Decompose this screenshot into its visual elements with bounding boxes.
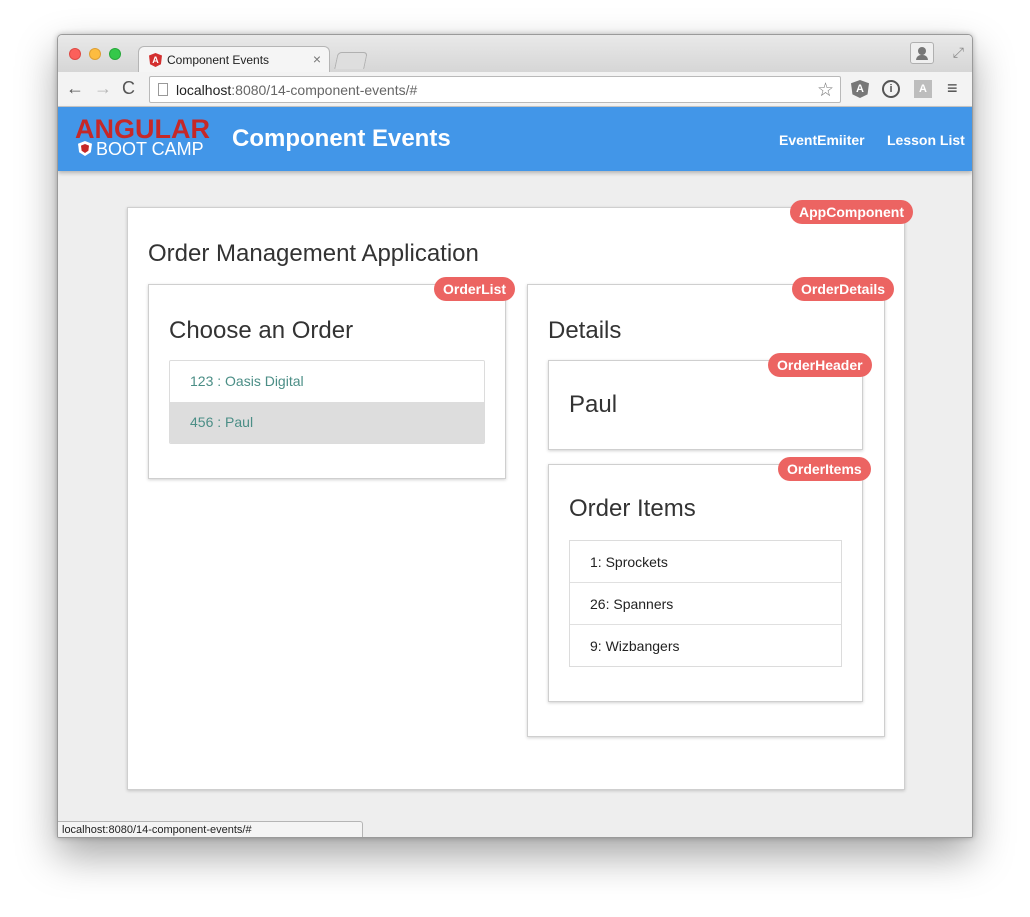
order-items-badge: OrderItems bbox=[778, 457, 871, 481]
back-icon[interactable]: ← bbox=[66, 78, 84, 98]
details-title: Details bbox=[548, 317, 622, 344]
window-maximize-button[interactable] bbox=[109, 48, 121, 60]
app-title: Component Events bbox=[232, 125, 451, 152]
title-bar: A Component Events × ⤢ bbox=[58, 35, 972, 73]
order-item: 1: Sprockets bbox=[570, 541, 841, 583]
forward-icon[interactable]: → bbox=[94, 78, 112, 98]
url-text[interactable]: localhost:8080/14-component-events/# bbox=[176, 82, 417, 98]
order-list-card: OrderList Choose an Order 123 : Oasis Di… bbox=[148, 277, 516, 479]
app-component-card: AppComponent Order Management Applicatio… bbox=[127, 200, 913, 790]
window-minimize-button[interactable] bbox=[89, 48, 101, 60]
nav-link-lesson-list[interactable]: Lesson List bbox=[887, 132, 965, 148]
fullscreen-icon[interactable]: ⤢ bbox=[953, 44, 964, 61]
order-list-item-selected[interactable]: 456 : Paul bbox=[170, 402, 484, 443]
order-items-list: 1: Sprockets 26: Spanners 9: Wizbangers bbox=[569, 540, 842, 667]
window-close-button[interactable] bbox=[69, 48, 81, 60]
bookmark-star-icon[interactable]: ☆ bbox=[817, 79, 834, 102]
tab-title: Component Events bbox=[167, 53, 270, 67]
app-toolbar: ANGULAR BOOT CAMP Component Events Event… bbox=[58, 107, 972, 171]
page-icon bbox=[158, 83, 168, 96]
order-items-title: Order Items bbox=[569, 495, 696, 522]
profile-body-icon bbox=[916, 55, 928, 60]
order-details-card: OrderDetails Details OrderHeader Paul Or… bbox=[527, 277, 895, 737]
url-path: :8080/14-component-events/# bbox=[231, 82, 418, 98]
logo-bootcamp-text: BOOT CAMP bbox=[96, 139, 204, 159]
order-item: 9: Wizbangers bbox=[590, 638, 680, 654]
page-viewport: ANGULAR BOOT CAMP Component Events Event… bbox=[58, 107, 972, 837]
order-item: 26: Spanners bbox=[570, 583, 841, 625]
app-component-badge: AppComponent bbox=[790, 200, 913, 224]
browser-window: A Component Events × ⤢ ← → C localhost:8… bbox=[57, 34, 973, 838]
browser-tab[interactable]: A Component Events × bbox=[138, 46, 330, 73]
order-list-item[interactable]: 123 : Oasis Digital bbox=[170, 361, 484, 402]
order-customer-name: Paul bbox=[569, 391, 618, 418]
new-tab-button[interactable] bbox=[334, 52, 368, 69]
menu-icon[interactable]: ≡ bbox=[947, 78, 958, 99]
order-list-title: Choose an Order bbox=[169, 317, 354, 344]
url-host: localhost bbox=[176, 82, 232, 98]
info-extension-icon[interactable]: i bbox=[882, 80, 900, 98]
nav-link-eventemitter[interactable]: EventEmiiter bbox=[779, 132, 865, 148]
order-details-badge: OrderDetails bbox=[792, 277, 895, 301]
profile-button[interactable] bbox=[910, 42, 934, 64]
a-extension-icon[interactable]: A bbox=[914, 80, 932, 98]
tab-close-icon[interactable]: × bbox=[313, 51, 321, 67]
address-bar[interactable]: localhost:8080/14-component-events/# ☆ bbox=[149, 76, 841, 103]
order-list-badge: OrderList bbox=[434, 277, 516, 301]
browser-toolbar: ← → C localhost:8080/14-component-events… bbox=[58, 72, 972, 107]
order-list: 123 : Oasis Digital 456 : Paul bbox=[169, 360, 485, 444]
angular-favicon-icon: A bbox=[149, 53, 162, 67]
shield-logo-icon bbox=[78, 141, 92, 156]
reload-icon[interactable]: C bbox=[122, 78, 135, 98]
profile-head-icon bbox=[918, 47, 926, 55]
angular-extension-icon[interactable]: A bbox=[851, 80, 869, 98]
order-items-card: OrderItems Order Items 1: Sprockets 26: … bbox=[548, 457, 871, 702]
status-bar-url: localhost:8080/14-component-events/# bbox=[58, 821, 363, 837]
page-title: Order Management Application bbox=[148, 240, 479, 267]
order-header-badge: OrderHeader bbox=[768, 353, 872, 377]
order-header-card: OrderHeader Paul bbox=[548, 353, 872, 450]
